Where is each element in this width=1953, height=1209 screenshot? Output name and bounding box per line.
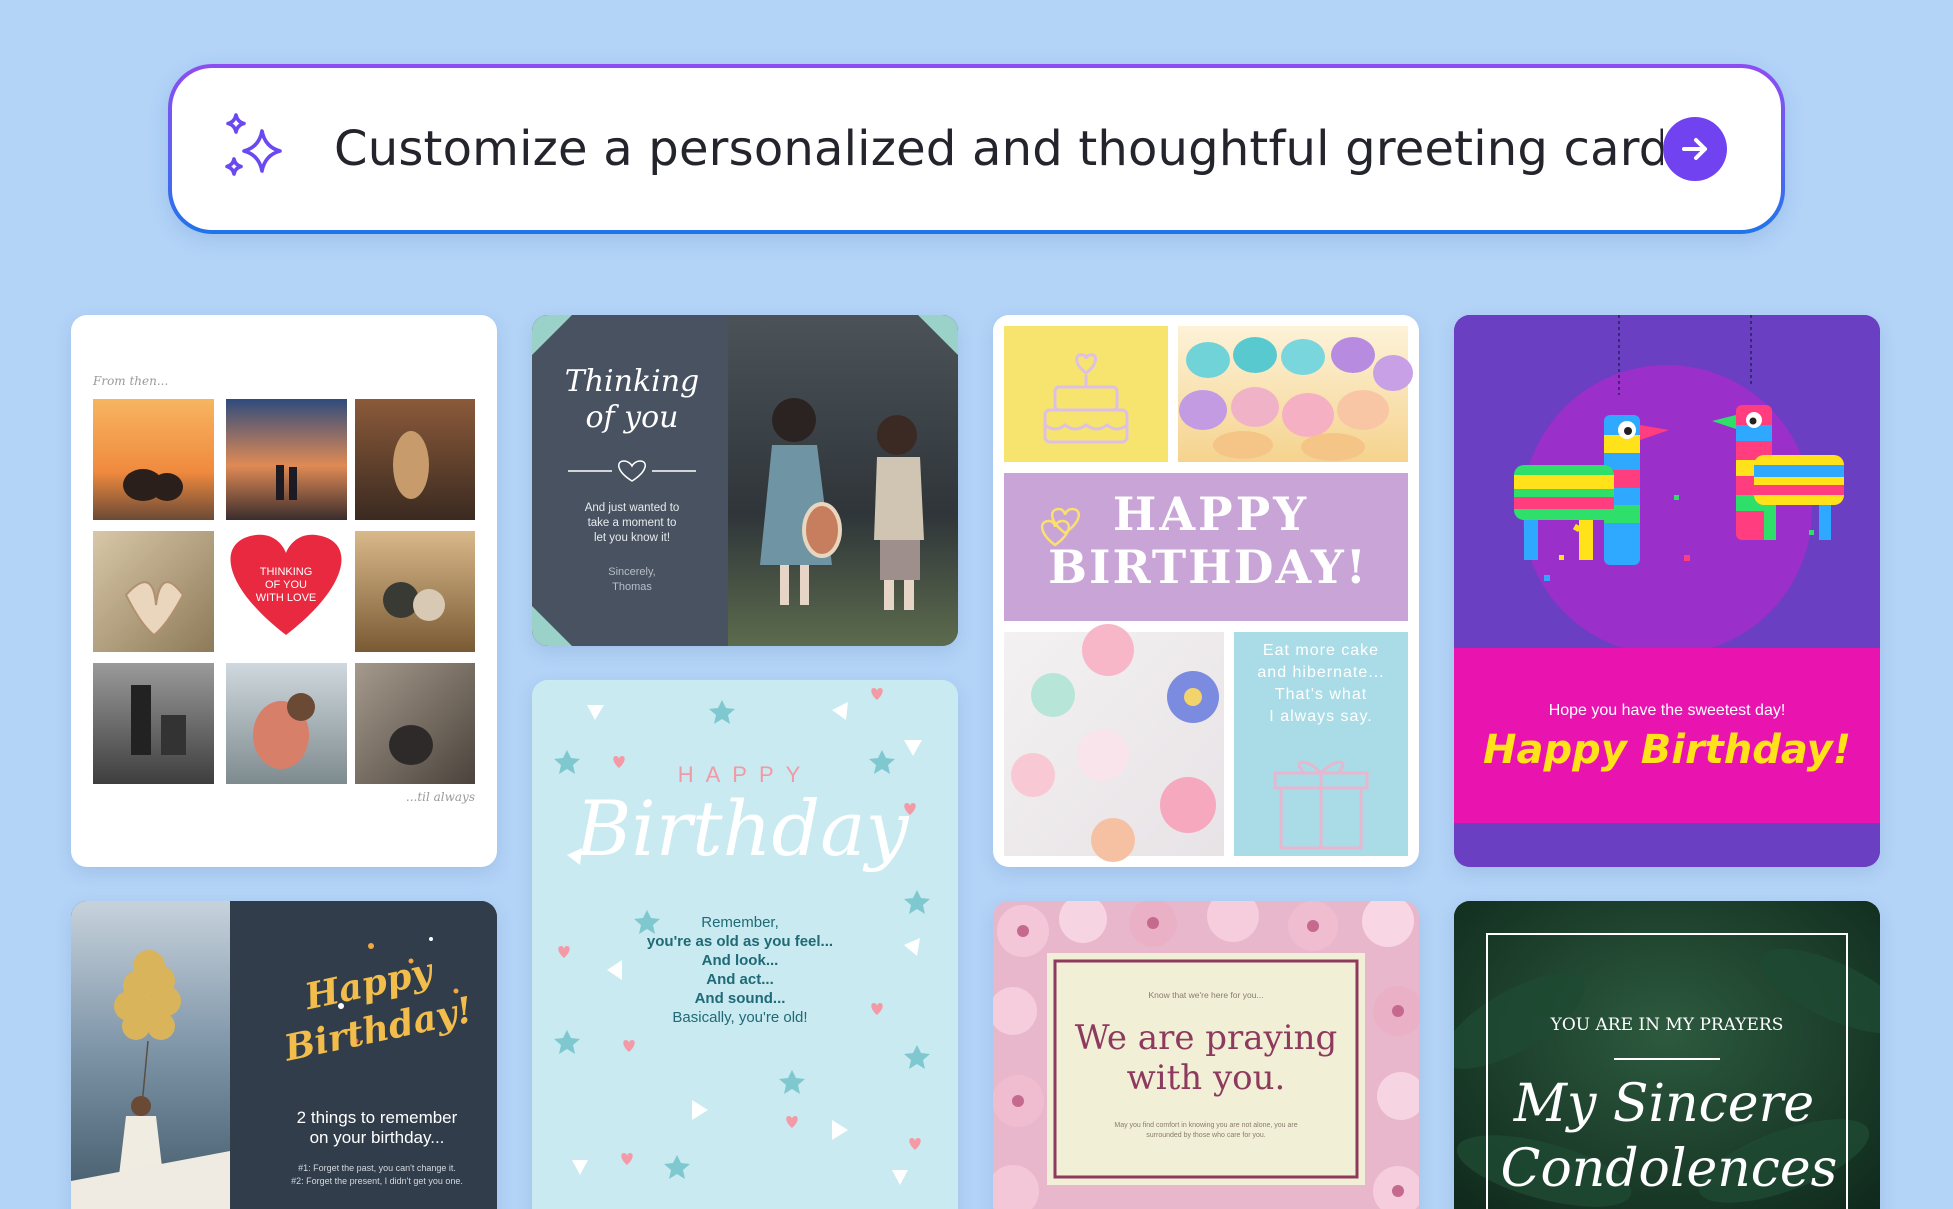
condolences-script-1: My Sincere <box>1513 1074 1814 1134</box>
cupcakes-headline-1: HAPPY <box>1113 487 1309 541</box>
prompt-input[interactable]: Customize a personalized and thoughtful … <box>334 121 1663 177</box>
ai-prompt-bar: Customize a personalized and thoughtful … <box>168 64 1785 234</box>
sparkle-icon <box>225 113 282 176</box>
prompt-input-container[interactable]: Customize a personalized and thoughtful … <box>172 68 1781 230</box>
cupcakes-quote-2: and hibernate... <box>1257 664 1384 681</box>
floral-artwork: Know that we're here for you... We are p… <box>993 901 1419 1209</box>
confetti-line-1: Remember, <box>701 914 779 931</box>
cupcakes-artwork: HAPPY BIRTHDAY! Eat more cake and hibern… <box>1004 326 1413 862</box>
thinking-signoff: Sincerely, <box>608 566 655 578</box>
cupcakes-headline-2: BIRTHDAY! <box>1048 540 1368 594</box>
balloons-heading-1: 2 things to remember <box>297 1108 458 1127</box>
thinking-title-2: of you <box>585 400 678 435</box>
collage-top-note: From then... <box>92 374 168 388</box>
balloons-heading-2: on your birthday... <box>310 1128 445 1147</box>
card-birthday-cupcakes[interactable]: HAPPY BIRTHDAY! Eat more cake and hibern… <box>993 315 1419 867</box>
thinking-title-1: Thinking <box>565 364 700 399</box>
card-photo-collage[interactable]: From then... THINKING OF YOU WITH LOVE .… <box>71 315 497 867</box>
collage-artwork: From then... THINKING OF YOU WITH LOVE .… <box>92 374 475 804</box>
arrow-right-icon <box>1682 138 1707 160</box>
pinata-artwork: Hope you have the sweetest day! Happy Bi… <box>1454 315 1880 867</box>
heart-graphic: THINKING OF YOU WITH LOVE <box>230 534 342 635</box>
confetti-script: Birthday <box>574 784 910 873</box>
card-thinking-of-you[interactable]: Thinking of you And just wanted to take … <box>532 315 958 646</box>
cupcakes-quote-4: I always say. <box>1269 708 1372 725</box>
confetti-line-2: you're as old as you feel... <box>647 933 833 950</box>
cupcakes-quote-1: Eat more cake <box>1263 642 1379 659</box>
condolences-script-2: Condolences <box>1501 1139 1838 1199</box>
confetti-line-3: And look... <box>702 952 779 969</box>
condolences-artwork: YOU ARE IN MY PRAYERS My Sincere Condole… <box>1454 901 1880 1209</box>
thinking-artwork: Thinking of you And just wanted to take … <box>532 315 958 646</box>
praying-title-2: with you. <box>1127 1058 1286 1098</box>
thinking-signature: Thomas <box>612 581 652 593</box>
confetti-artwork: HAPPY Birthday Remember, you're as old a… <box>532 680 958 1209</box>
collage-bottom-note: ...til always <box>406 790 475 804</box>
condolences-top: YOU ARE IN MY PRAYERS <box>1550 1015 1784 1035</box>
heart-text-2: OF YOU <box>265 579 307 591</box>
praying-small-bottom-1: May you find comfort in knowing you are … <box>1114 1122 1297 1129</box>
praying-title-1: We are praying <box>1075 1018 1338 1058</box>
confetti-line-5: And sound... <box>695 990 786 1007</box>
confetti-line-4: And act... <box>706 971 774 988</box>
praying-small-bottom-2: surrounded by those who care for you. <box>1146 1132 1266 1139</box>
card-condolences[interactable]: YOU ARE IN MY PRAYERS My Sincere Condole… <box>1454 901 1880 1209</box>
card-birthday-pinata[interactable]: Hope you have the sweetest day! Happy Bi… <box>1454 315 1880 867</box>
card-birthday-balloons[interactable]: Happy Birthday! 2 things to remember on … <box>71 901 497 1209</box>
card-birthday-confetti[interactable]: HAPPY Birthday Remember, you're as old a… <box>532 680 958 1209</box>
heart-text-3: WITH LOVE <box>256 592 317 604</box>
praying-small-top: Know that we're here for you... <box>1148 990 1263 1000</box>
card-praying-floral[interactable]: Know that we're here for you... We are p… <box>993 901 1419 1209</box>
thinking-message-3: let you know it! <box>594 532 670 544</box>
balloons-note-1: #1: Forget the past, you can't change it… <box>298 1163 456 1173</box>
thinking-message-2: take a moment to <box>588 517 677 529</box>
pinata-title: Happy Birthday! <box>1483 727 1851 773</box>
pinata-subtitle: Hope you have the sweetest day! <box>1549 702 1786 719</box>
confetti-line-6: Basically, you're old! <box>672 1009 807 1026</box>
submit-button[interactable] <box>1663 117 1727 181</box>
cupcakes-quote-3: That's what <box>1275 686 1367 703</box>
balloons-artwork: Happy Birthday! 2 things to remember on … <box>71 901 497 1209</box>
balloons-note-2: #2: Forget the present, I didn't get you… <box>291 1176 463 1186</box>
heart-text-1: THINKING <box>260 566 313 578</box>
thinking-message-1: And just wanted to <box>585 502 680 514</box>
